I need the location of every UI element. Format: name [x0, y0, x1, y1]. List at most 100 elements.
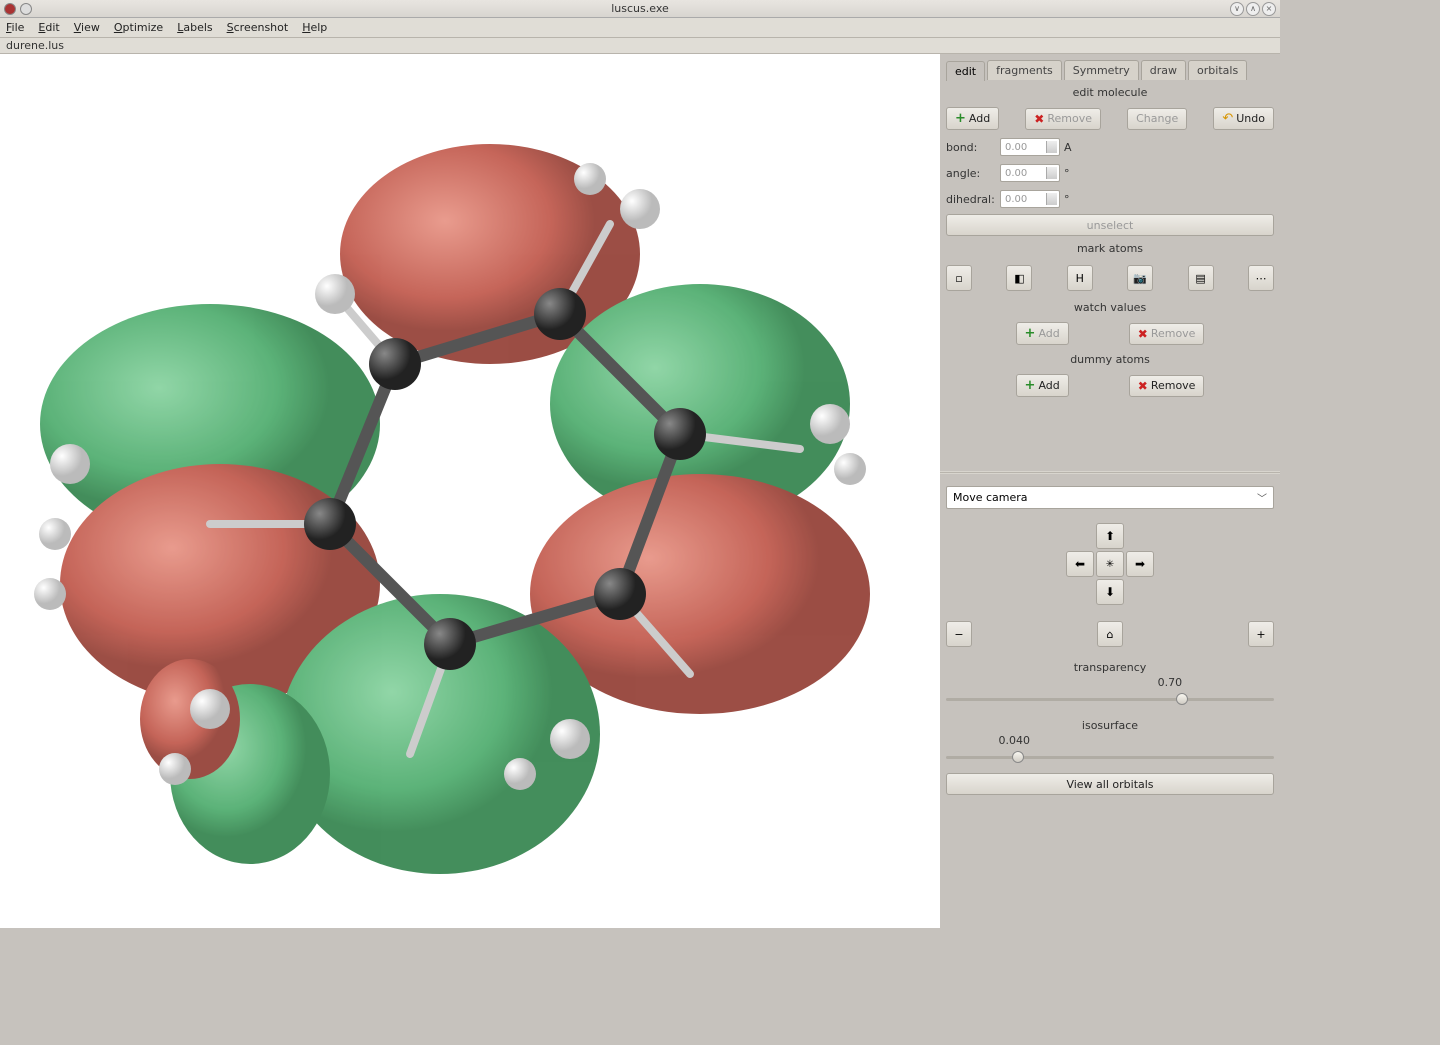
molecule-viewport[interactable] — [0, 54, 940, 928]
dihedral-input[interactable]: 0.00 — [1000, 190, 1060, 208]
transparency-label: transparency — [946, 661, 1274, 674]
camera-left-button[interactable]: ⬅ — [1066, 551, 1094, 577]
bond-unit: A — [1064, 141, 1072, 154]
mark-icon-6: ⋯ — [1255, 272, 1266, 285]
menubar: File Edit View Optimize Labels Screensho… — [0, 18, 1280, 38]
reset-icon: ⌂ — [1107, 628, 1114, 641]
menu-file[interactable]: File — [6, 21, 24, 34]
plus-icon: + — [1256, 628, 1265, 641]
mark-btn-6[interactable]: ⋯ — [1248, 265, 1274, 291]
mark-btn-5[interactable]: ▤ — [1188, 265, 1214, 291]
view-all-orbitals-button[interactable]: View all orbitals — [946, 773, 1274, 795]
delete-icon: ✖ — [1138, 327, 1148, 341]
isosurface-value: 0.040 — [946, 734, 1274, 747]
maximize-button[interactable]: ∧ — [1246, 2, 1260, 16]
camera-down-button[interactable]: ⬇ — [1096, 579, 1124, 605]
angle-input[interactable]: 0.00 — [1000, 164, 1060, 182]
zoom-in-button[interactable]: + — [1248, 621, 1274, 647]
unselect-label: unselect — [1087, 219, 1134, 232]
dummy-atoms-title: dummy atoms — [946, 353, 1274, 366]
close-button[interactable]: × — [1262, 2, 1276, 16]
dummy-add-button[interactable]: +Add — [1016, 374, 1069, 397]
remove-button[interactable]: ✖Remove — [1025, 108, 1101, 130]
menu-screenshot[interactable]: Screenshot — [227, 21, 289, 34]
watch-add-button[interactable]: +Add — [1016, 322, 1069, 345]
plus-icon: + — [955, 111, 966, 126]
tab-orbitals[interactable]: orbitals — [1188, 60, 1247, 80]
zoom-out-button[interactable]: − — [946, 621, 972, 647]
menu-help[interactable]: Help — [302, 21, 327, 34]
panel-tabs: edit fragments Symmetry draw orbitals — [946, 60, 1274, 80]
menu-labels[interactable]: Labels — [177, 21, 212, 34]
angle-unit: ° — [1064, 167, 1070, 180]
undo-btn-label: Undo — [1236, 112, 1265, 125]
camera-mode-dropdown[interactable]: Move camera ﹀ — [946, 486, 1274, 509]
dummy-remove-button[interactable]: ✖Remove — [1129, 375, 1205, 397]
add-button[interactable]: +Add — [946, 107, 999, 130]
camera-up-button[interactable]: ⬆ — [1096, 523, 1124, 549]
camera-mode-label: Move camera — [953, 491, 1028, 504]
mark-atoms-title: mark atoms — [946, 242, 1274, 255]
tab-draw[interactable]: draw — [1141, 60, 1186, 80]
mark-h-label: H — [1076, 272, 1084, 285]
minus-icon: − — [954, 628, 963, 641]
tab-symmetry[interactable]: Symmetry — [1064, 60, 1139, 80]
watch-add-label: Add — [1038, 327, 1059, 340]
delete-icon: ✖ — [1034, 112, 1044, 126]
transparency-value: 0.70 — [946, 676, 1274, 689]
titlebar-spacer-icon — [20, 3, 32, 15]
camera-icon: 📷 — [1133, 272, 1147, 285]
change-button[interactable]: Change — [1127, 108, 1187, 130]
chevron-down-icon: ﹀ — [1257, 490, 1267, 505]
plus-icon: + — [1025, 378, 1036, 393]
bond-input[interactable]: 0.00 — [1000, 138, 1060, 156]
angle-label: angle: — [946, 167, 996, 180]
view-all-label: View all orbitals — [1066, 778, 1153, 791]
orbital-rendering — [0, 54, 940, 928]
watch-remove-button[interactable]: ✖Remove — [1129, 323, 1205, 345]
plus-icon: + — [1025, 326, 1036, 341]
menu-optimize[interactable]: Optimize — [114, 21, 163, 34]
tab-fragments[interactable]: fragments — [987, 60, 1062, 80]
undo-icon: ↶ — [1222, 111, 1233, 126]
slider-thumb[interactable] — [1176, 693, 1188, 705]
watch-remove-label: Remove — [1151, 327, 1196, 340]
minimize-button[interactable]: ∨ — [1230, 2, 1244, 16]
panel-separator — [940, 471, 1280, 474]
isosurface-label: isosurface — [946, 719, 1274, 732]
bond-label: bond: — [946, 141, 996, 154]
change-btn-label: Change — [1136, 112, 1178, 125]
watch-values-title: watch values — [946, 301, 1274, 314]
menu-edit[interactable]: Edit — [38, 21, 59, 34]
app-icon — [4, 3, 16, 15]
camera-right-button[interactable]: ➡ — [1126, 551, 1154, 577]
dihedral-unit: ° — [1064, 193, 1070, 206]
dihedral-label: dihedral: — [946, 193, 996, 206]
window-title: luscus.exe — [611, 2, 669, 15]
mark-btn-h[interactable]: H — [1067, 265, 1093, 291]
mark-icon-2: ◧ — [1014, 272, 1024, 285]
transparency-slider[interactable] — [946, 691, 1274, 707]
file-label: durene.lus — [0, 38, 1280, 54]
unselect-button[interactable]: unselect — [946, 214, 1274, 236]
slider-thumb[interactable] — [1012, 751, 1024, 763]
zoom-reset-button[interactable]: ⌂ — [1097, 621, 1123, 647]
mark-icon-5: ▤ — [1195, 272, 1205, 285]
tab-edit[interactable]: edit — [946, 61, 985, 81]
delete-icon: ✖ — [1138, 379, 1148, 393]
add-btn-label: Add — [969, 112, 990, 125]
camera-center-button[interactable]: ✳ — [1096, 551, 1124, 577]
remove-btn-label: Remove — [1047, 112, 1092, 125]
mark-btn-1[interactable]: ▫ — [946, 265, 972, 291]
mark-btn-2[interactable]: ◧ — [1006, 265, 1032, 291]
dummy-remove-label: Remove — [1151, 379, 1196, 392]
mark-btn-camera[interactable]: 📷 — [1127, 265, 1153, 291]
camera-arrow-pad: ⬆ ⬅ ✳ ➡ ⬇ — [946, 523, 1274, 605]
window-titlebar: luscus.exe ∨ ∧ × — [0, 0, 1280, 18]
mark-icon-1: ▫ — [955, 272, 962, 285]
edit-molecule-title: edit molecule — [946, 86, 1274, 99]
undo-button[interactable]: ↶Undo — [1213, 107, 1274, 130]
menu-view[interactable]: View — [74, 21, 100, 34]
side-panel: edit fragments Symmetry draw orbitals ed… — [940, 54, 1280, 928]
isosurface-slider[interactable] — [946, 749, 1274, 765]
